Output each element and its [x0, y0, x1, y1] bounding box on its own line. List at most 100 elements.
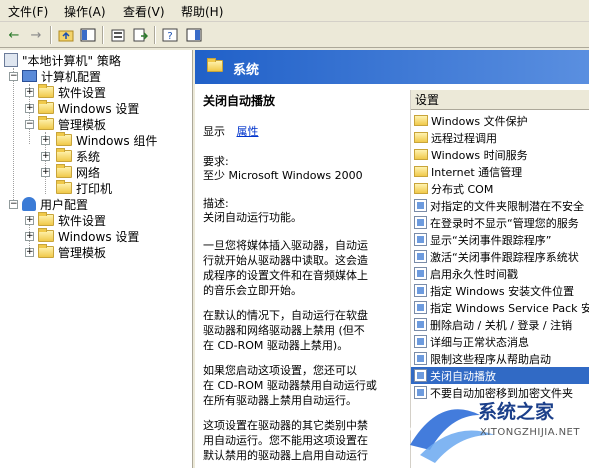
expand-icon[interactable]: +: [25, 232, 34, 241]
list-item[interactable]: 对指定的文件夹限制潜在不安全: [411, 197, 589, 214]
toolbar-separator: [154, 26, 156, 44]
menu-bar: 文件(F) 操作(A) 查看(V) 帮助(H): [0, 0, 589, 22]
list-item[interactable]: 激活“关闭事件跟踪程序系统状: [411, 248, 589, 265]
list-item[interactable]: Internet 通信管理: [411, 163, 589, 180]
desc-line: 如果您启动这项设置，您还可以: [203, 364, 357, 377]
tree-c-software-label: 软件设置: [58, 85, 107, 100]
list-item[interactable]: 详细与正常状态消息: [411, 333, 589, 350]
folder-icon: [56, 180, 72, 194]
show-hide-tree-icon[interactable]: [78, 25, 98, 45]
settings-column-header[interactable]: 设置: [411, 90, 589, 110]
tree-computer-config[interactable]: 计算机配置: [22, 68, 101, 84]
toolbar-separator: [102, 26, 104, 44]
tree-c-windows[interactable]: Windows 设置: [38, 100, 139, 116]
folder-icon: [414, 166, 428, 177]
tree-u-windows[interactable]: Windows 设置: [38, 228, 139, 244]
tree-c-admin-network-label: 网络: [76, 165, 101, 180]
tree-user-label: 用户配置: [40, 197, 89, 212]
desc-line: 成程序的设置文件和在音频媒体上: [203, 269, 368, 282]
desc-label: 描述:: [203, 197, 229, 210]
list-item-label: 指定 Windows Service Pack 安: [430, 301, 589, 315]
collapse-icon[interactable]: −: [25, 120, 34, 129]
console-tree: "本地计算机" 策略 − 计算机配置 + 软件设置 + Windows 设置 −…: [0, 50, 193, 468]
action-pane-icon[interactable]: [184, 25, 204, 45]
expand-icon[interactable]: +: [41, 136, 50, 145]
expand-icon[interactable]: +: [41, 168, 50, 177]
tree-c-admin[interactable]: 管理模板: [38, 116, 106, 132]
collapse-icon[interactable]: −: [9, 72, 18, 81]
expand-icon[interactable]: +: [41, 152, 50, 161]
forward-icon[interactable]: →: [26, 25, 46, 45]
list-item[interactable]: 指定 Windows 安装文件位置: [411, 282, 589, 299]
menu-file[interactable]: 文件(F): [8, 3, 48, 20]
setting-icon: [414, 233, 427, 246]
setting-title: 关闭自动播放: [203, 94, 276, 108]
folder-icon: [414, 183, 428, 194]
export-icon[interactable]: [130, 25, 150, 45]
folder-icon: [414, 115, 428, 126]
tree-c-admin-system[interactable]: 系统: [56, 148, 100, 164]
menu-view[interactable]: 查看(V): [123, 3, 165, 20]
tree-root-label: "本地计算机" 策略: [22, 53, 121, 68]
tree-c-windows-label: Windows 设置: [58, 101, 140, 116]
list-item-selected[interactable]: 关闭自动播放: [411, 367, 589, 384]
expand-icon[interactable]: +: [25, 248, 34, 257]
list-item[interactable]: Windows 时间服务: [411, 146, 589, 163]
menu-help[interactable]: 帮助(H): [181, 3, 223, 20]
tree-computer-label: 计算机配置: [41, 69, 102, 84]
expand-icon[interactable]: +: [25, 104, 34, 113]
list-item-label: 详细与正常状态消息: [430, 335, 529, 349]
desc-line: 用自动运行。您不能用这项设置在: [203, 434, 368, 447]
tree-c-admin-printer[interactable]: 打印机: [56, 180, 112, 196]
tree-root[interactable]: "本地计算机" 策略: [4, 52, 121, 68]
list-item[interactable]: 显示“关闭事件跟踪程序”: [411, 231, 589, 248]
list-item-label: 显示“关闭事件跟踪程序”: [430, 233, 552, 247]
folder-open-icon: [56, 148, 72, 162]
list-item-label: 关闭自动播放: [430, 369, 496, 383]
list-item[interactable]: 分布式 COM: [411, 180, 589, 197]
desc-line: 行就开始从驱动器中读取。这会造: [203, 254, 368, 267]
tree-u-admin[interactable]: 管理模板: [38, 244, 106, 260]
setting-icon: [414, 369, 427, 382]
folder-icon: [38, 116, 54, 130]
req-label: 要求:: [203, 155, 229, 168]
desc-line: 在 CD-ROM 驱动器上禁用)。: [203, 339, 349, 352]
setting-icon: [414, 335, 427, 348]
list-item[interactable]: 在登录时不显示“管理您的服务: [411, 214, 589, 231]
help-icon[interactable]: ?: [160, 25, 180, 45]
back-icon[interactable]: ←: [4, 25, 24, 45]
desc-line: 驱动器和网络驱动器上禁用 (但不: [203, 324, 365, 337]
list-item[interactable]: 指定 Windows Service Pack 安: [411, 299, 589, 316]
collapse-icon[interactable]: −: [9, 200, 18, 209]
tree-c-admin-network[interactable]: 网络: [56, 164, 100, 180]
list-item[interactable]: 删除启动 / 关机 / 登录 / 注销: [411, 316, 589, 333]
expand-icon[interactable]: +: [25, 216, 34, 225]
properties-link[interactable]: 属性: [237, 125, 259, 138]
svg-text:?: ?: [167, 31, 172, 42]
tree-u-admin-label: 管理模板: [58, 245, 107, 260]
toolbar: ← → ?: [0, 22, 589, 48]
properties-icon[interactable]: [108, 25, 128, 45]
list-item-label: 指定 Windows 安装文件位置: [430, 284, 575, 298]
tree-line: [13, 68, 14, 208]
desc-line: 的音乐会立即开始。: [203, 284, 302, 297]
tree-user-config[interactable]: 用户配置: [22, 196, 88, 212]
list-item-label: Windows 时间服务: [431, 148, 528, 162]
desc-line: 一旦您将媒体插入驱动器，自动运: [203, 239, 368, 252]
tree-c-admin-wincomp[interactable]: Windows 组件: [56, 132, 157, 148]
expand-icon[interactable]: +: [25, 88, 34, 97]
folder-icon: [38, 228, 54, 242]
req-value: 至少 Microsoft Windows 2000: [203, 169, 363, 182]
tree-u-software[interactable]: 软件设置: [38, 212, 106, 228]
list-item[interactable]: 启用永久性时间戳: [411, 265, 589, 282]
menu-action[interactable]: 操作(A): [64, 3, 106, 20]
list-item-label: 对指定的文件夹限制潜在不安全: [430, 199, 584, 213]
up-icon[interactable]: [56, 25, 76, 45]
tree-c-software[interactable]: 软件设置: [38, 84, 106, 100]
setting-icon: [414, 250, 427, 263]
list-item-label: 删除启动 / 关机 / 登录 / 注销: [430, 318, 573, 332]
list-item[interactable]: 限制这些程序从帮助启动: [411, 350, 589, 367]
header-title: 系统: [233, 63, 260, 78]
list-item[interactable]: Windows 文件保护: [411, 112, 589, 129]
list-item[interactable]: 远程过程调用: [411, 129, 589, 146]
